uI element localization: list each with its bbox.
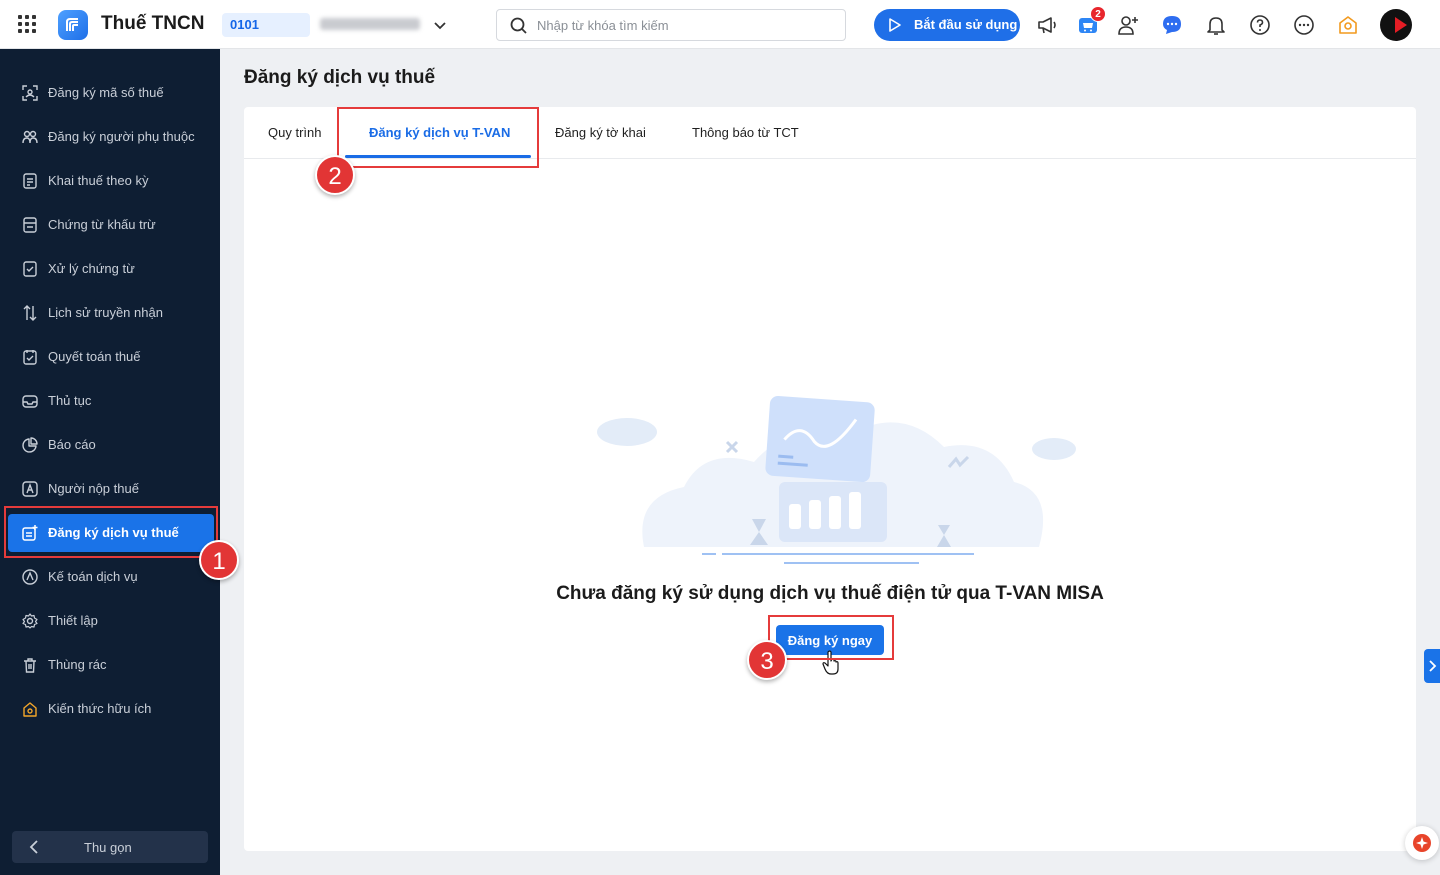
sidebar-item-accounting-service[interactable]: Kế toán dịch vụ (8, 558, 214, 596)
tab-tvan-registration[interactable]: Đăng ký dịch vụ T-VAN (369, 125, 510, 140)
voucher-icon (23, 217, 37, 233)
sidebar-item-reports[interactable]: Báo cáo (8, 426, 214, 464)
active-tab-indicator (345, 155, 531, 158)
accounting-icon (22, 569, 38, 585)
trash-icon (24, 658, 36, 673)
help-icon[interactable] (1248, 13, 1272, 37)
start-using-label: Bắt đầu sử dụng (914, 17, 1018, 32)
document-check-icon (23, 261, 37, 277)
document-icon (23, 173, 37, 189)
assistant-fab[interactable] (1405, 826, 1439, 860)
sidebar-item-label: Xử lý chứng từ (48, 261, 135, 276)
tab-bar: Quy trình Đăng ký dịch vụ T-VAN Đăng ký … (244, 107, 1416, 159)
search-input[interactable] (537, 15, 827, 35)
sidebar-item-label: Thiết lập (48, 613, 98, 628)
sidebar-item-label: Kiến thức hữu ích (48, 701, 152, 716)
sidebar-item-label: Lịch sử truyền nhận (48, 305, 163, 320)
sidebar-item-knowledge[interactable]: Kiến thức hữu ích (8, 690, 214, 728)
sidebar-item-procedures[interactable]: Thủ tục (8, 382, 214, 420)
sidebar-item-tax-service-registration[interactable]: Đăng ký dịch vụ thuế (8, 514, 214, 552)
avatar[interactable] (1380, 9, 1412, 41)
sidebar-item-dependents[interactable]: Đăng ký người phụ thuộc (8, 118, 214, 156)
sparkle-icon (1416, 837, 1428, 849)
app-title: Thuế TNCN (101, 13, 205, 34)
sidebar-item-tax-settlement[interactable]: Quyết toán thuế (8, 338, 214, 376)
cart-badge: 2 (1090, 6, 1106, 22)
service-register-icon (22, 525, 38, 541)
chevron-down-icon[interactable] (433, 18, 447, 32)
app-logo (58, 10, 88, 40)
sidebar-item-label: Đăng ký dịch vụ thuế (48, 525, 179, 540)
sidebar-item-label: Người nộp thuế (48, 481, 139, 496)
page-title: Đăng ký dịch vụ thuế (244, 67, 436, 88)
sidebar-item-label: Khai thuế theo kỳ (48, 173, 149, 188)
tax-id-scan-icon (22, 85, 38, 101)
sidebar-item-label: Quyết toán thuế (48, 349, 141, 364)
settlement-icon (23, 350, 37, 365)
app-grid-icon[interactable] (18, 15, 36, 33)
sidebar-item-taxpayer[interactable]: Người nộp thuế (8, 470, 214, 508)
collapse-label: Thu gọn (84, 840, 132, 855)
sidebar-item-process-vouchers[interactable]: Xử lý chứng từ (8, 250, 214, 288)
sidebar-item-label: Kế toán dịch vụ (48, 569, 138, 584)
sidebar-item-label: Báo cáo (48, 437, 96, 452)
gear-icon (22, 613, 38, 629)
step1-marker: 1 (199, 540, 239, 580)
empty-state-title: Chưa đăng ký sử dụng dịch vụ thuế điện t… (556, 583, 1104, 604)
sidebar-item-label: Chứng từ khấu trừ (48, 217, 156, 232)
knowledge-icon (23, 702, 37, 717)
search-icon (510, 17, 527, 34)
sidebar-item-label: Đăng ký người phụ thuộc (48, 129, 195, 144)
empty-state-illustration (597, 396, 1076, 564)
start-using-button[interactable]: Bắt đầu sử dụng (874, 9, 1020, 41)
collapse-sidebar-button[interactable]: Thu gọn (12, 831, 208, 863)
company-name-blurred[interactable] (320, 18, 420, 30)
hand-cursor-icon (822, 650, 839, 675)
pie-chart-icon (22, 437, 38, 453)
step3-marker: 3 (747, 640, 787, 680)
search-box (496, 9, 846, 41)
top-bar: Thuế TNCN 0101 Bắt đầu sử dụng 2 (0, 0, 1440, 49)
sidebar-item-periodic-declaration[interactable]: Khai thuế theo kỳ (8, 162, 214, 200)
tax-code-text: 0101 (230, 17, 259, 32)
content-card: Quy trình Đăng ký dịch vụ T-VAN Đăng ký … (244, 107, 1416, 851)
sidebar-item-label: Thủ tục (48, 393, 92, 408)
tab-tct-notices[interactable]: Thông báo từ TCT (692, 125, 799, 140)
dependents-icon (22, 130, 38, 144)
tab-process[interactable]: Quy trình (268, 125, 321, 140)
sidebar-item-transfer-history[interactable]: Lịch sử truyền nhận (8, 294, 214, 332)
sidebar-item-settings[interactable]: Thiết lập (8, 602, 214, 640)
expand-panel-tab[interactable] (1424, 649, 1440, 683)
more-icon[interactable] (1292, 13, 1316, 37)
taxpayer-icon (22, 481, 38, 497)
add-user-icon[interactable] (1116, 13, 1140, 37)
sidebar-item-tax-id[interactable]: Đăng ký mã số thuế (8, 74, 214, 112)
tab-declaration-registration[interactable]: Đăng ký tờ khai (555, 125, 646, 140)
bell-icon[interactable] (1204, 13, 1228, 37)
megaphone-icon[interactable] (1036, 13, 1060, 37)
chevron-right-icon (1429, 660, 1437, 672)
knowledge-icon[interactable] (1336, 13, 1360, 37)
sidebar: Đăng ký mã số thuế Đăng ký người phụ thu… (0, 49, 220, 875)
play-icon (889, 18, 901, 32)
chevron-left-icon (29, 840, 38, 854)
step2-marker: 2 (315, 155, 355, 195)
inbox-icon (22, 395, 38, 408)
tax-code-selector[interactable]: 0101 (222, 13, 310, 37)
transfer-arrows-icon (23, 305, 37, 321)
sidebar-item-label: Thùng rác (48, 657, 107, 672)
sidebar-item-withholding-voucher[interactable]: Chứng từ khấu trừ (8, 206, 214, 244)
sidebar-item-label: Đăng ký mã số thuế (48, 85, 164, 100)
chat-icon[interactable] (1160, 13, 1184, 37)
sidebar-item-trash[interactable]: Thùng rác (8, 646, 214, 684)
